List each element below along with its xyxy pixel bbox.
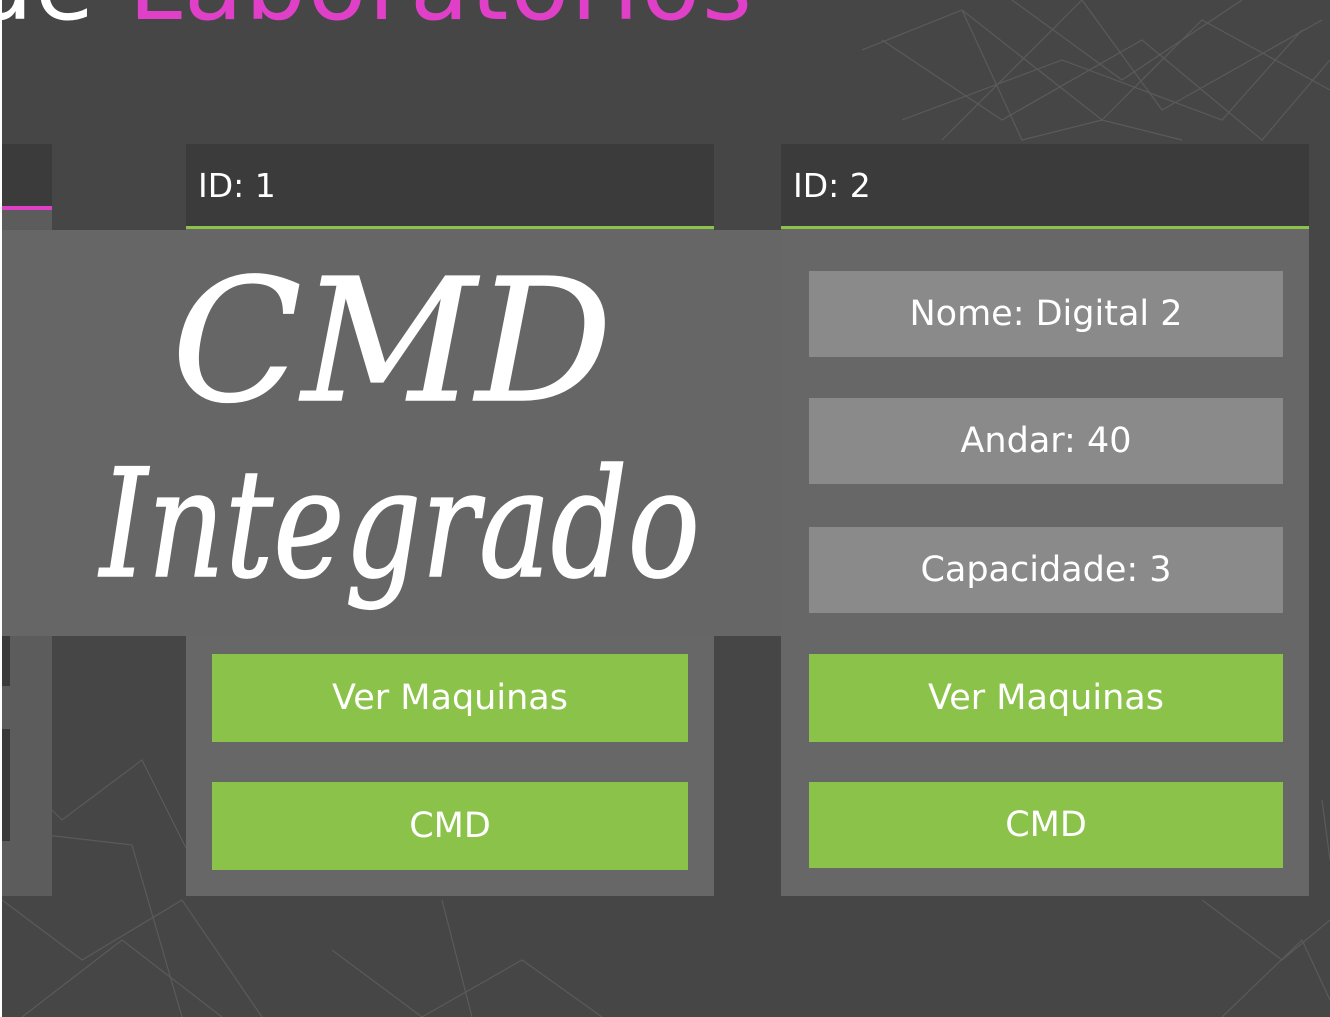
overlay-banner-lettering: CMD Integrado — [97, 242, 701, 613]
view-machines-button[interactable]: Ver Maquinas — [212, 654, 688, 742]
page-title-part1: de — [2, 0, 96, 42]
view-machines-button[interactable]: Ver Maquinas — [809, 654, 1283, 742]
overlay-banner: CMD Integrado — [2, 230, 782, 636]
lab-floor-field: Andar: 40 — [809, 398, 1283, 484]
lab-card-partial-button-edge — [2, 634, 10, 686]
cmd-button[interactable]: CMD — [212, 782, 688, 870]
cmd-button[interactable]: CMD — [809, 782, 1283, 868]
overlay-title-line2: Integrado — [98, 438, 700, 612]
lab-card-partial-button-edge — [2, 729, 10, 841]
page-title-part2: Laboratorios — [129, 0, 755, 42]
lab-capacity-field: Capacidade: 3 — [809, 527, 1283, 613]
lab-card-2: ID: 2 Nome: Digital 2 Andar: 40 Capacida… — [781, 144, 1309, 896]
lab-id-label: ID: 1 — [198, 166, 276, 205]
page-title: de Laboratorios — [2, 0, 754, 34]
lab-card-partial-header — [2, 144, 52, 210]
lab-card-2-header: ID: 2 — [781, 144, 1309, 229]
overlay-title-line1: CMD — [172, 243, 612, 441]
lab-name-field: Nome: Digital 2 — [809, 271, 1283, 357]
app-window: de Laboratorios ID: 1 Ver Maquinas CMD I… — [2, 0, 1330, 1017]
lab-card-1-header: ID: 1 — [186, 144, 714, 229]
lab-id-label: ID: 2 — [793, 166, 871, 205]
